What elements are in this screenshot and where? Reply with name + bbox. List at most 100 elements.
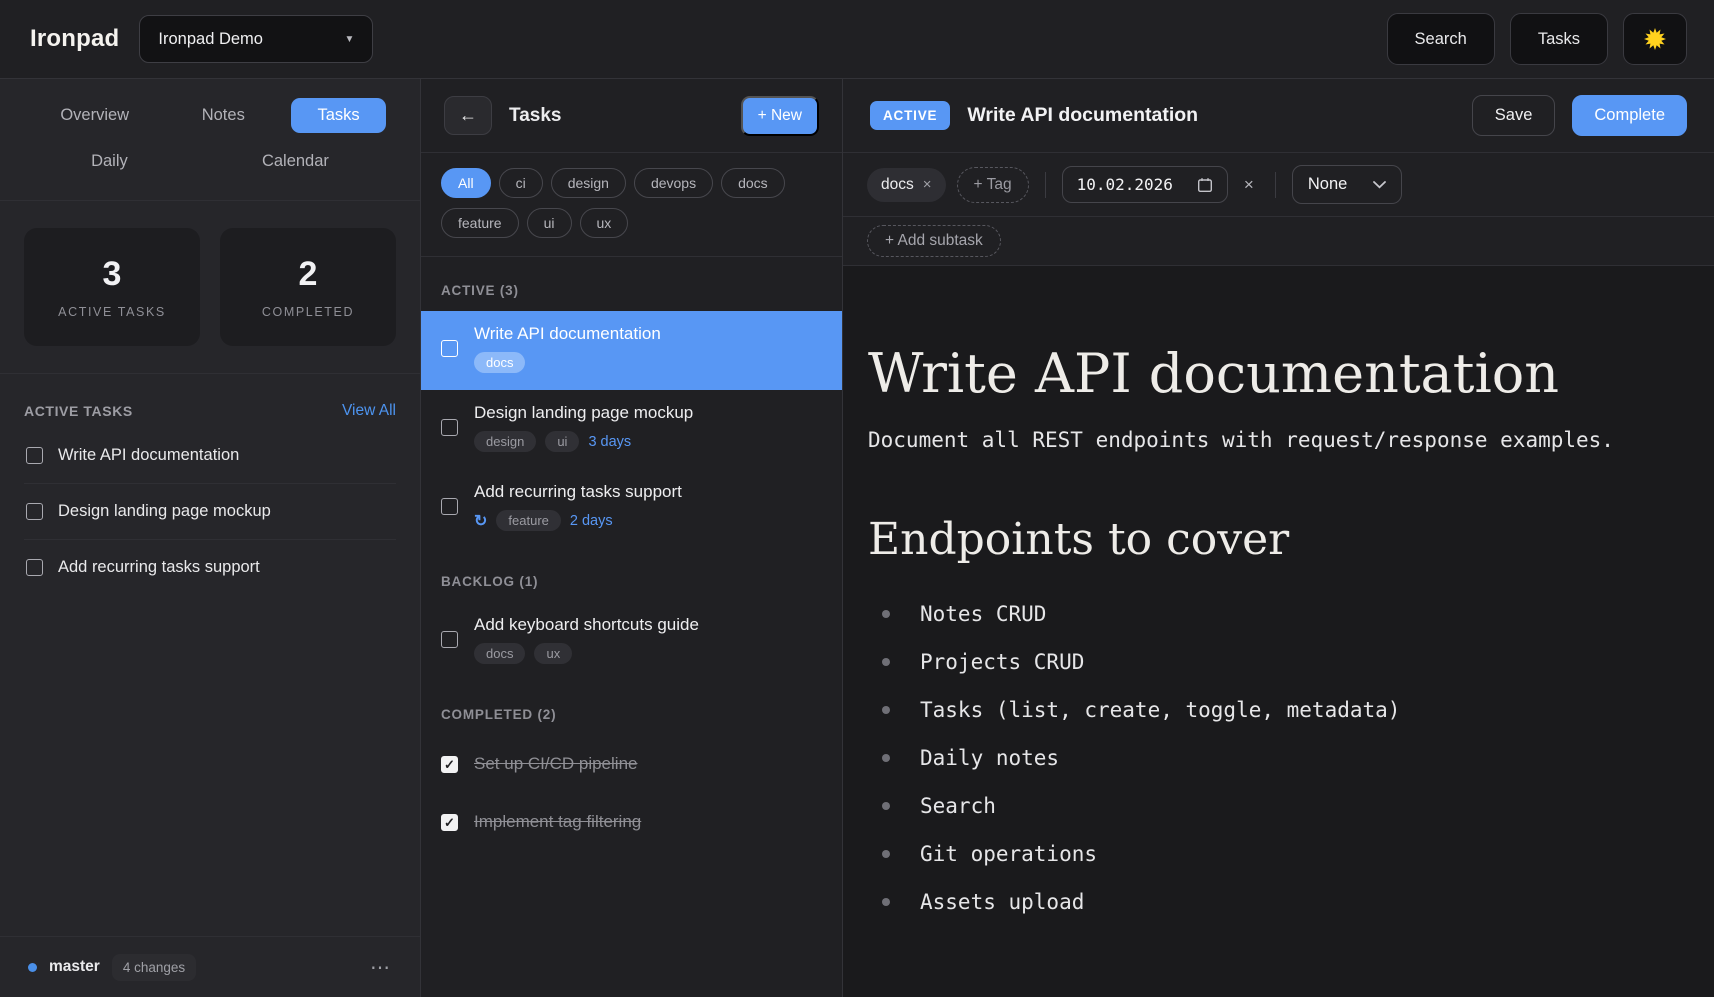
sidebar-task-row[interactable]: Write API documentation	[24, 428, 396, 484]
task-notes-editor[interactable]: Write API documentation Document all RES…	[843, 266, 1714, 997]
group-title-backlog: BACKLOG (1)	[441, 574, 822, 589]
sidebar-tab-notes[interactable]: Notes	[176, 98, 271, 133]
task-row-completed[interactable]: ✓ Set up CI/CD pipeline	[421, 735, 842, 793]
stat-card-completed: 2 COMPLETED	[220, 228, 396, 346]
filter-pill-ui[interactable]: ui	[527, 208, 572, 238]
bullet-icon	[882, 850, 890, 858]
bullet-text: Projects CRUD	[920, 650, 1084, 674]
git-status-footer: master 4 changes ⋯	[0, 936, 420, 997]
doc-bullet-item: Assets upload	[868, 878, 1674, 926]
group-title-completed: COMPLETED (2)	[441, 707, 822, 722]
group-title-active: ACTIVE (3)	[441, 283, 822, 298]
back-button[interactable]: ←	[444, 96, 492, 135]
bullet-text: Git operations	[920, 842, 1097, 866]
task-meta: ↻ feature 2 days	[474, 510, 682, 531]
subtask-row: + Add subtask	[843, 217, 1714, 266]
filter-pill-feature[interactable]: feature	[441, 208, 519, 238]
tasks-button[interactable]: Tasks	[1510, 13, 1608, 65]
doc-bullet-item: Daily notes	[868, 734, 1674, 782]
sidebar-task-row[interactable]: Design landing page mockup	[24, 484, 396, 540]
task-list: ACTIVE (3) Write API documentation docs …	[421, 257, 842, 997]
topbar-actions: Search Tasks	[1387, 13, 1687, 65]
tag-chip-docs[interactable]: docs ×	[867, 168, 946, 202]
app-window: Ironpad Ironpad Demo ▼ Search Tasks Over…	[0, 0, 1714, 997]
stat-label: COMPLETED	[262, 305, 354, 319]
stat-value: 2	[299, 255, 318, 294]
task-checkbox[interactable]	[441, 340, 458, 357]
task-checkbox[interactable]	[26, 447, 43, 464]
filter-pill-design[interactable]: design	[551, 168, 626, 198]
add-tag-button[interactable]: + Tag	[957, 167, 1029, 203]
priority-select[interactable]: None	[1292, 165, 1402, 204]
task-checkbox[interactable]	[26, 559, 43, 576]
active-tasks-section-header: ACTIVE TASKS View All	[24, 402, 396, 420]
back-arrow-icon: ←	[459, 105, 477, 126]
ellipsis-menu-icon[interactable]: ⋯	[370, 955, 392, 980]
task-meta: design ui 3 days	[474, 431, 693, 452]
remove-tag-icon[interactable]: ×	[923, 176, 932, 193]
filter-pill-docs[interactable]: docs	[721, 168, 785, 198]
search-button[interactable]: Search	[1387, 13, 1495, 65]
priority-value: None	[1308, 175, 1347, 194]
doc-bullet-item: Search	[868, 782, 1674, 830]
task-checkbox[interactable]	[26, 503, 43, 520]
filter-pill-devops[interactable]: devops	[634, 168, 713, 198]
filter-pill-ux[interactable]: ux	[580, 208, 629, 238]
sidebar-tabs: Overview Notes Tasks Daily Calendar	[0, 79, 420, 201]
doc-bullet-list: Notes CRUD Projects CRUD Tasks (list, cr…	[868, 590, 1674, 926]
task-checkbox[interactable]	[441, 498, 458, 515]
due-date-value: 10.02.2026	[1077, 175, 1173, 194]
task-checkbox-checked[interactable]: ✓	[441, 814, 458, 831]
task-label: Design landing page mockup	[58, 502, 271, 521]
doc-heading: Write API documentation	[868, 343, 1674, 405]
task-list-header: ← Tasks + New	[421, 79, 842, 153]
task-main: Write API documentation docs	[474, 324, 661, 373]
filter-pill-all[interactable]: All	[441, 168, 491, 198]
task-row[interactable]: Add recurring tasks support ↻ feature 2 …	[421, 469, 842, 548]
sidebar-tab-daily[interactable]: Daily	[65, 144, 154, 179]
clear-date-button[interactable]: ×	[1244, 175, 1254, 195]
bullet-icon	[882, 658, 890, 666]
section-title: ACTIVE TASKS	[24, 403, 133, 419]
bullet-icon	[882, 754, 890, 762]
bullet-icon	[882, 610, 890, 618]
view-all-link[interactable]: View All	[342, 402, 396, 420]
save-button[interactable]: Save	[1472, 95, 1556, 136]
status-badge: ACTIVE	[870, 101, 950, 130]
divider	[1275, 172, 1276, 198]
sidebar-tab-tasks[interactable]: Tasks	[291, 98, 385, 133]
task-label: Add recurring tasks support	[58, 558, 260, 577]
sidebar-tab-overview[interactable]: Overview	[34, 98, 155, 133]
project-selector[interactable]: Ironpad Demo ▼	[139, 15, 373, 63]
sidebar-tab-calendar[interactable]: Calendar	[236, 144, 355, 179]
changes-badge[interactable]: 4 changes	[112, 954, 196, 981]
task-main: Add recurring tasks support ↻ feature 2 …	[474, 482, 682, 531]
sidebar-task-row[interactable]: Add recurring tasks support	[24, 540, 396, 595]
task-checkbox[interactable]	[441, 419, 458, 436]
task-title: Set up CI/CD pipeline	[474, 754, 637, 774]
task-checkbox[interactable]	[441, 631, 458, 648]
tag-badge: docs	[474, 352, 525, 373]
tag-badge: ui	[545, 431, 579, 452]
task-row[interactable]: Design landing page mockup design ui 3 d…	[421, 390, 842, 469]
task-title: Implement tag filtering	[474, 812, 641, 832]
task-title: Add keyboard shortcuts guide	[474, 615, 699, 635]
doc-subheading: Endpoints to cover	[868, 514, 1674, 565]
doc-bullet-item: Projects CRUD	[868, 638, 1674, 686]
bullet-icon	[882, 802, 890, 810]
theme-toggle-button[interactable]	[1623, 13, 1687, 65]
task-row-selected[interactable]: Write API documentation docs	[421, 311, 842, 390]
add-subtask-button[interactable]: + Add subtask	[867, 225, 1001, 257]
complete-button[interactable]: Complete	[1572, 95, 1687, 136]
detail-meta-row: docs × + Tag 10.02.2026 × None	[843, 153, 1714, 217]
due-label: 3 days	[588, 434, 631, 450]
panel-title: Tasks	[509, 105, 561, 127]
new-task-button[interactable]: + New	[741, 96, 819, 136]
filter-pill-ci[interactable]: ci	[499, 168, 543, 198]
task-row-completed[interactable]: ✓ Implement tag filtering	[421, 793, 842, 851]
task-checkbox-checked[interactable]: ✓	[441, 756, 458, 773]
task-detail-panel: ACTIVE Write API documentation Save Comp…	[843, 79, 1714, 997]
due-date-input[interactable]: 10.02.2026	[1062, 166, 1228, 203]
task-row[interactable]: Add keyboard shortcuts guide docs ux	[421, 602, 842, 681]
task-main: Add keyboard shortcuts guide docs ux	[474, 615, 699, 664]
